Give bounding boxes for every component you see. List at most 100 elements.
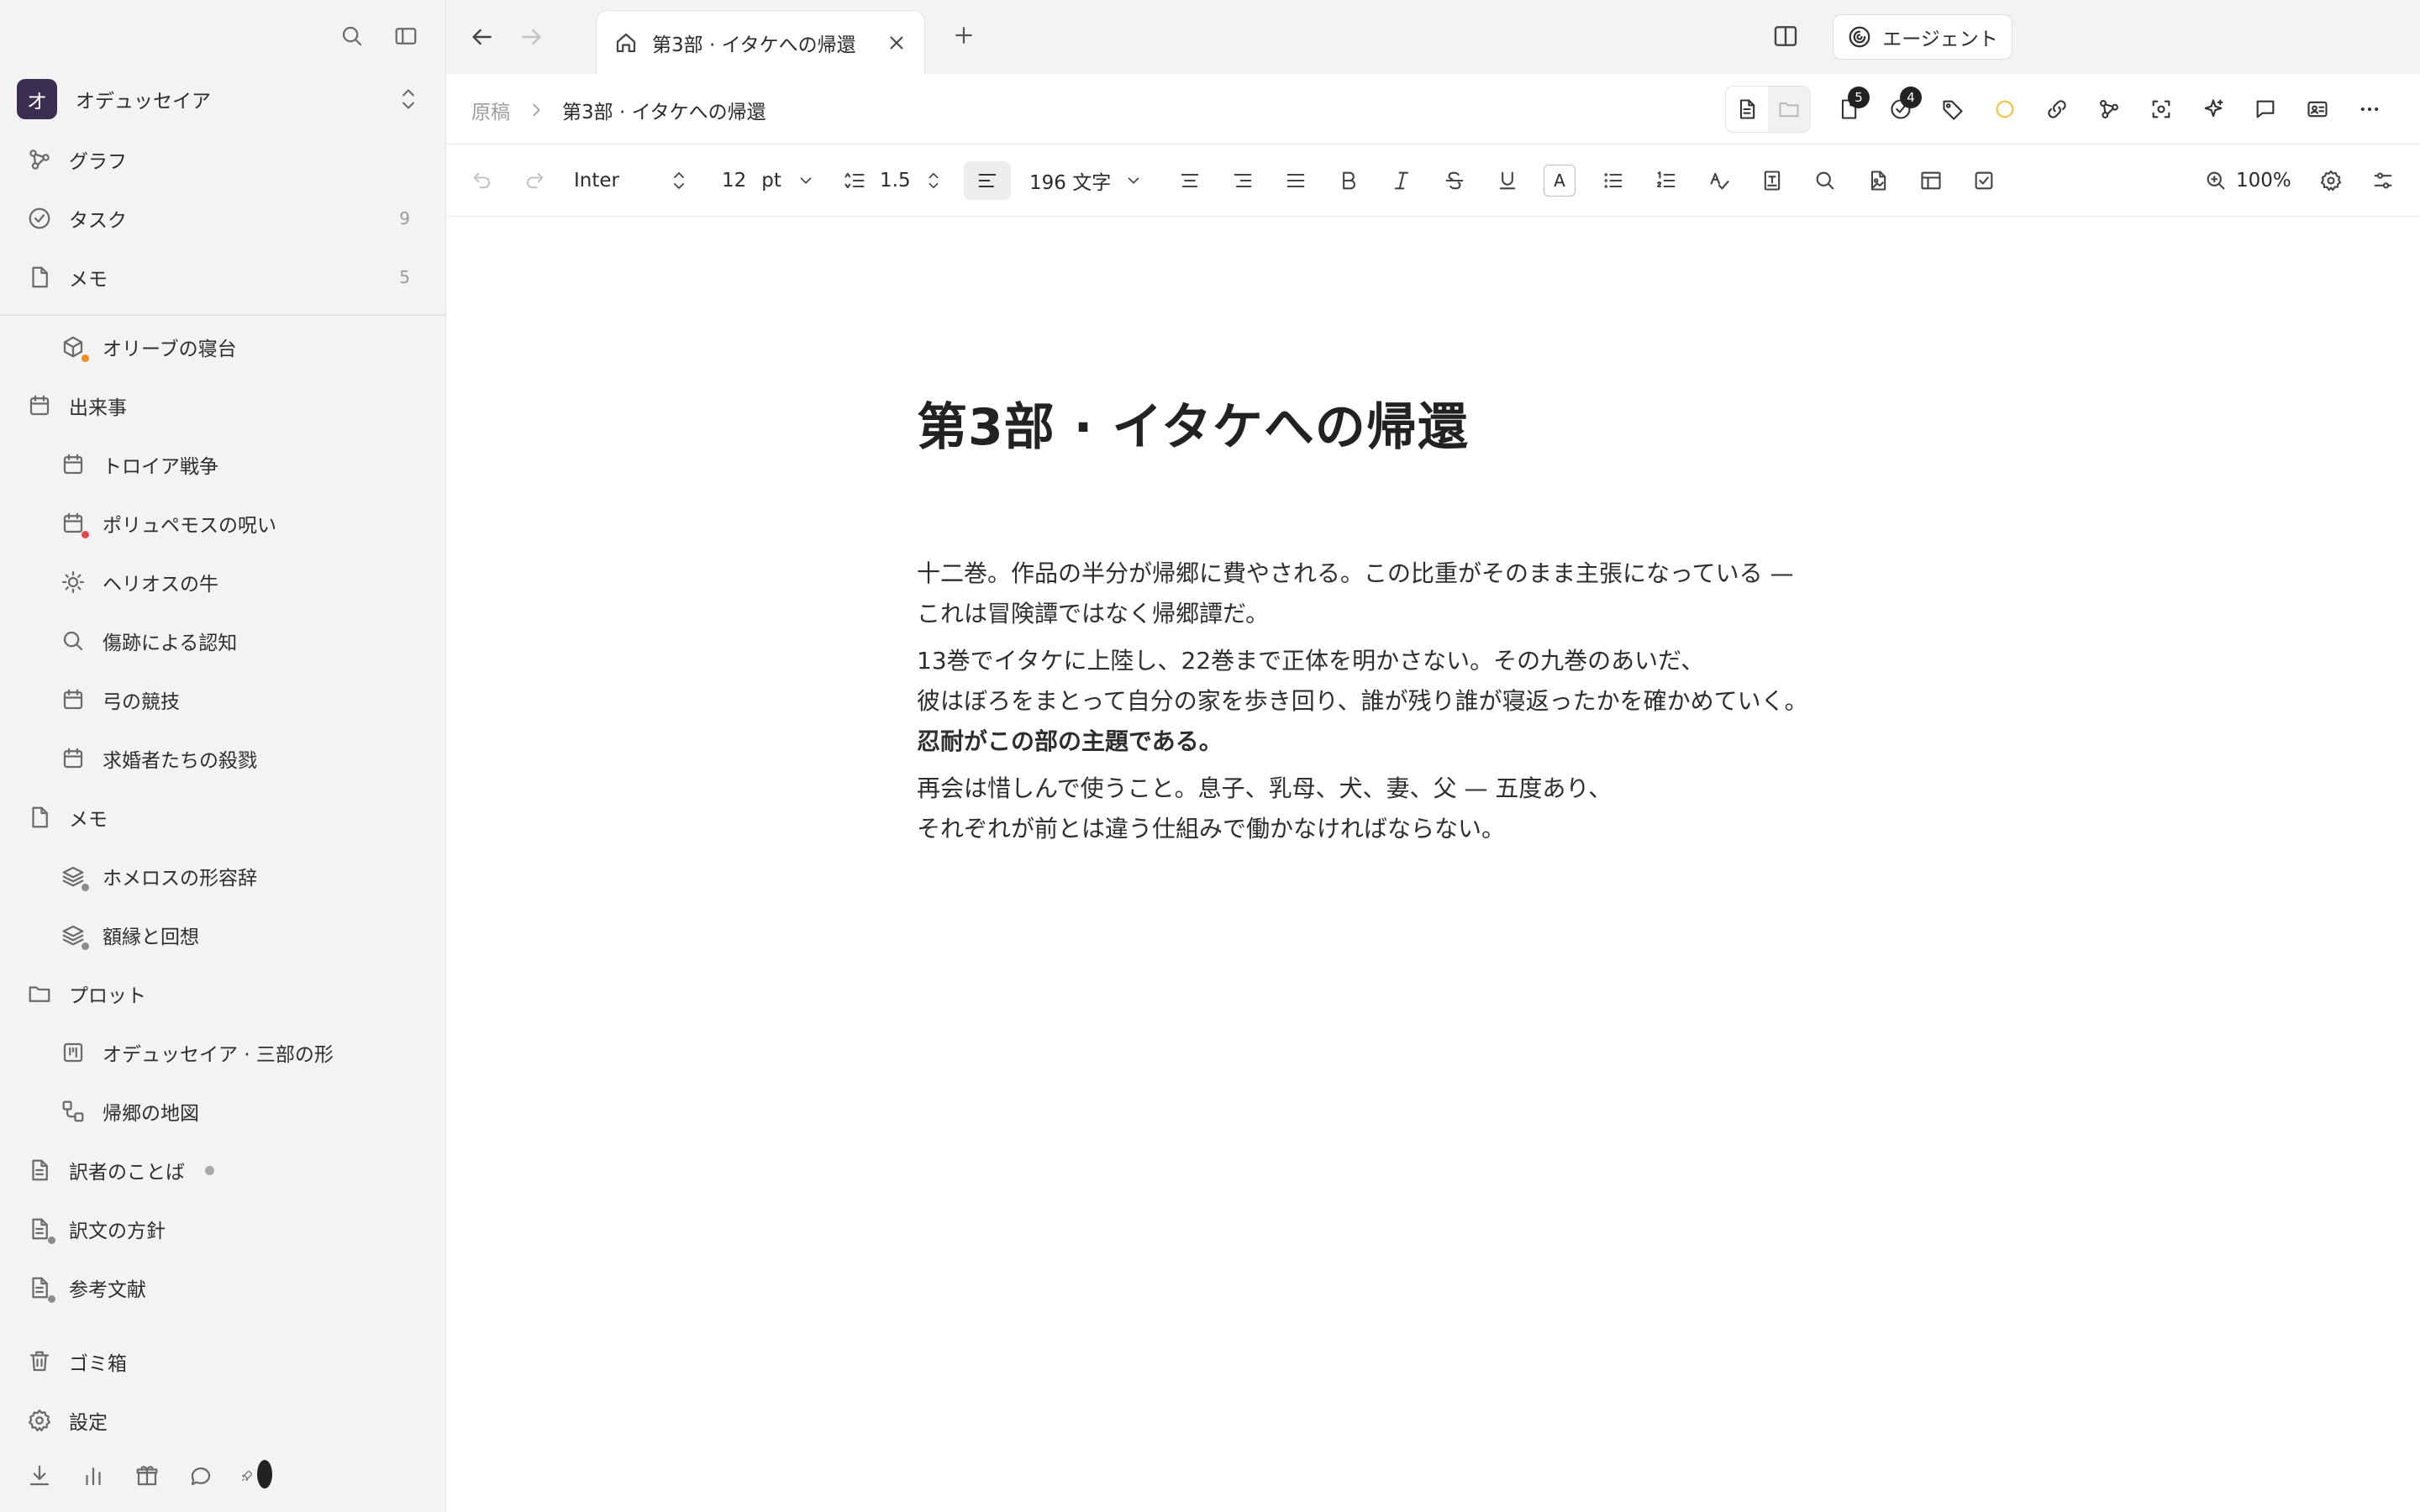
sidebar-toggle-icon[interactable] <box>392 22 420 50</box>
documents-icon[interactable]: 5 <box>1823 87 1875 132</box>
tree-item-label: 参考文献 <box>69 1279 146 1301</box>
focus-icon[interactable] <box>2135 87 2187 132</box>
back-arrow-icon[interactable] <box>466 22 497 52</box>
tree-item[interactable]: 求婚者たちの殺戮 <box>0 729 445 788</box>
tree-item[interactable]: 訳者のことば <box>0 1141 445 1200</box>
download-icon[interactable] <box>25 1462 54 1490</box>
line-height-value: 1.5 <box>880 170 911 192</box>
comment-icon[interactable] <box>2239 87 2291 132</box>
zoom-control[interactable]: 100% <box>2204 161 2291 200</box>
tree-item[interactable]: 参考文献 <box>0 1258 445 1317</box>
tree-item-label: オデュッセイア · 三部の形 <box>103 1044 334 1066</box>
document-title[interactable]: 第3部 · イタケへの帰還 <box>917 386 1925 459</box>
plus-icon[interactable] <box>949 20 979 50</box>
sidebar-item-trash[interactable]: ゴミ箱 <box>0 1332 445 1391</box>
tree-item[interactable]: ポリュペモスの呪い <box>0 494 445 553</box>
tree-item[interactable]: オリーブの寝台 <box>0 318 445 376</box>
word-count-select[interactable]: 196 文字 <box>1029 161 1143 200</box>
tree-item[interactable]: トロイア戦争 <box>0 435 445 494</box>
tasks-icon[interactable]: 4 <box>1875 87 1927 132</box>
sidebar-item-graph[interactable]: グラフ <box>0 130 445 189</box>
align-justify-icon[interactable] <box>1276 161 1315 200</box>
text-color-button[interactable]: A <box>1544 165 1576 197</box>
id-card-icon[interactable] <box>2291 87 2344 132</box>
status-circle-icon[interactable] <box>1979 87 2031 132</box>
forward-arrow-icon[interactable] <box>517 22 547 52</box>
align-center-icon[interactable] <box>1171 161 1209 200</box>
align-right-icon[interactable] <box>1223 161 1262 200</box>
tree-item[interactable]: 帰郷の地図 <box>0 1082 445 1141</box>
tree-item-notes-folder[interactable]: メモ <box>0 788 445 847</box>
table-icon[interactable] <box>1912 161 1950 200</box>
tree-item[interactable]: 額縁と回想 <box>0 906 445 964</box>
spellcheck-icon[interactable] <box>1700 161 1739 200</box>
gear-icon[interactable] <box>2312 161 2350 200</box>
italic-icon[interactable] <box>1382 161 1421 200</box>
grey-dot <box>48 1236 55 1244</box>
graph-icon[interactable] <box>2083 87 2135 132</box>
redo-icon[interactable] <box>515 161 554 200</box>
document-body[interactable]: 十二巻。作品の半分が帰郷に費やされる。この比重がそのまま主張になっている — こ… <box>917 554 1925 849</box>
align-left-icon[interactable] <box>964 161 1011 200</box>
text-line: 13巻でイタケに上陸し、22巻まで正体を明かさない。その九巻のあいだ、 <box>917 647 1705 675</box>
more-icon[interactable] <box>2344 87 2396 132</box>
chat-bubble-icon[interactable] <box>187 1462 215 1490</box>
font-family-select[interactable]: Inter <box>574 161 619 200</box>
chevron-up-down-icon[interactable] <box>660 161 698 200</box>
sidebar-item-notes[interactable]: メモ 5 <box>0 248 445 307</box>
folder-icon <box>25 979 54 1008</box>
calendar-icon <box>59 450 87 479</box>
agent-button[interactable]: エージェント <box>1833 14 2012 60</box>
tree-item[interactable]: 訳文の方針 <box>0 1200 445 1258</box>
rocket-icon[interactable] <box>240 1460 272 1490</box>
folder-view-icon[interactable] <box>1768 87 1810 132</box>
tree-item[interactable]: ヘリオスの牛 <box>0 553 445 612</box>
tree-item[interactable]: ホメロスの形容辞 <box>0 847 445 906</box>
sidebar-item-tasks[interactable]: タスク 9 <box>0 189 445 248</box>
close-icon[interactable] <box>886 32 908 54</box>
zoom-in-icon <box>2204 169 2228 192</box>
sidebar-item-settings[interactable]: 設定 <box>0 1391 445 1450</box>
tree-item-plot-folder[interactable]: プロット <box>0 964 445 1023</box>
document-content[interactable]: 第3部 · イタケへの帰還 十二巻。作品の半分が帰郷に費やされる。この比重がその… <box>917 386 1925 856</box>
workspace-switcher[interactable]: オ オデュッセイア <box>17 79 420 119</box>
tree-item-label: プロット <box>69 985 146 1007</box>
find-icon[interactable] <box>1806 161 1844 200</box>
bar-chart-icon[interactable] <box>79 1462 108 1490</box>
breadcrumb-parent[interactable]: 原稿 <box>471 96 510 124</box>
tree-item[interactable]: オデュッセイア · 三部の形 <box>0 1023 445 1082</box>
tree-item[interactable]: 傷跡による認知 <box>0 612 445 670</box>
kanban-icon <box>59 1038 87 1067</box>
undo-icon[interactable] <box>463 161 502 200</box>
checkbox-icon[interactable] <box>1965 161 2003 200</box>
document-text-icon <box>25 1156 54 1184</box>
font-size-select[interactable]: 12 pt <box>722 161 815 200</box>
gift-icon[interactable] <box>133 1462 161 1490</box>
layers-icon <box>59 921 89 950</box>
red-dot <box>82 531 89 538</box>
bold-icon[interactable] <box>1329 161 1368 200</box>
tag-icon[interactable] <box>1927 87 1979 132</box>
bullet-list-icon[interactable] <box>1594 161 1633 200</box>
font-family-value: Inter <box>574 170 619 192</box>
tree-item[interactable]: 弓の競技 <box>0 670 445 729</box>
text-box-icon[interactable] <box>1753 161 1791 200</box>
home-icon <box>613 30 639 55</box>
bold-paragraph: 忍耐がこの部の主題である。 <box>917 722 1925 762</box>
search-icon[interactable] <box>338 22 366 50</box>
numbered-list-icon[interactable] <box>1647 161 1686 200</box>
underline-icon[interactable] <box>1488 161 1527 200</box>
sliders-icon[interactable] <box>2364 161 2402 200</box>
link-icon[interactable] <box>2031 87 2083 132</box>
image-file-icon[interactable] <box>1859 161 1897 200</box>
document-text-icon <box>25 1273 55 1303</box>
split-view-icon[interactable] <box>1770 20 1802 52</box>
strikethrough-icon[interactable] <box>1435 161 1474 200</box>
tree-item-events[interactable]: 出来事 <box>0 376 445 435</box>
task-count: 9 <box>399 208 410 228</box>
word-count: 196 文字 <box>1029 172 1112 194</box>
document-view-icon[interactable] <box>1726 87 1768 132</box>
tab-active[interactable]: 第3部 · イタケへの帰還 <box>596 10 925 74</box>
line-height-select[interactable]: 1.5 <box>843 161 943 200</box>
sparkle-icon[interactable] <box>2187 87 2239 132</box>
